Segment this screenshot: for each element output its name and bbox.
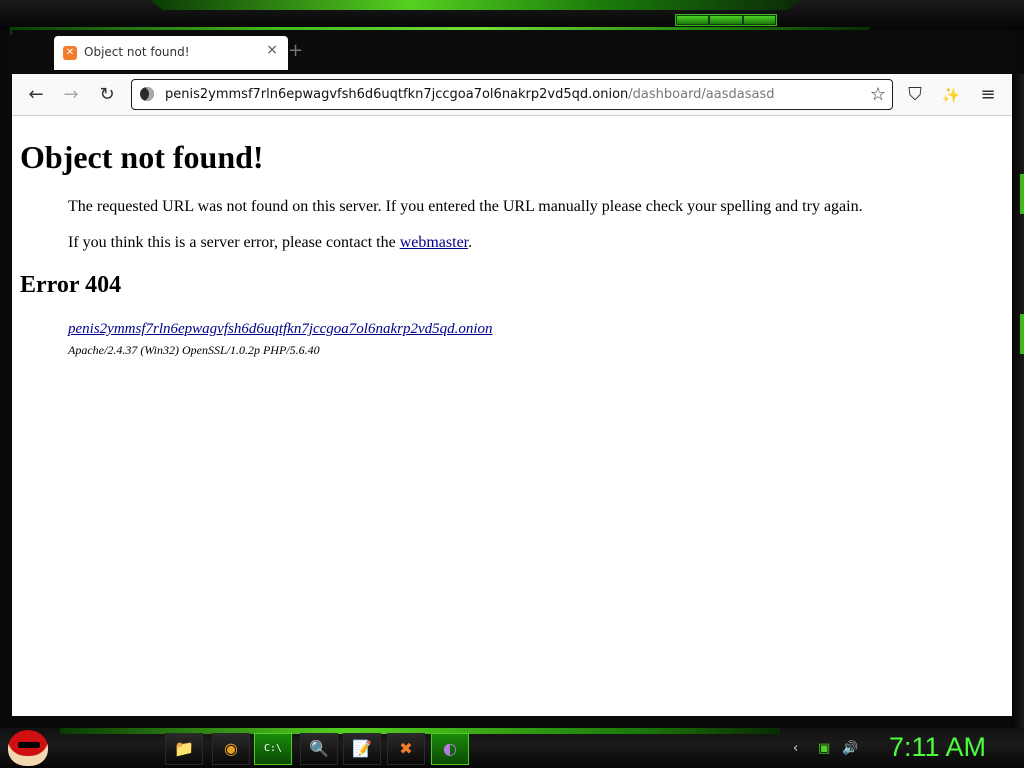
command-prompt-icon[interactable]: C:\ [254, 733, 292, 765]
tab-bar: ✕ Object not found! × + [12, 30, 1012, 74]
tab-close-icon[interactable]: × [266, 42, 278, 58]
contact-message: If you think this is a server error, ple… [68, 234, 472, 252]
new-tab-button[interactable]: + [288, 40, 303, 61]
background-window-controls[interactable] [675, 14, 777, 26]
clock[interactable]: 7:11 AM [889, 732, 986, 763]
webmaster-link[interactable]: webmaster [400, 234, 468, 251]
navigation-toolbar: ← → ↻ penis2ymmsf7rln6epwagvfsh6d6uqtfkn… [12, 74, 1012, 116]
menu-icon[interactable]: ≡ [977, 84, 999, 106]
bookmark-star-icon[interactable]: ☆ [870, 84, 886, 105]
tab-title: Object not found! [84, 45, 190, 59]
tray-chevron-icon[interactable]: ‹ [793, 741, 798, 756]
onion-site-icon[interactable] [140, 87, 154, 101]
xampp-icon[interactable]: ✖ [387, 733, 425, 765]
back-button[interactable]: ← [25, 84, 47, 106]
address-bar[interactable]: penis2ymmsf7rln6epwagvfsh6d6uqtfkn7jccgo… [131, 79, 893, 110]
notepad-icon[interactable]: 📝 [343, 733, 381, 765]
shield-icon[interactable]: ⛉ [904, 84, 926, 106]
window-side-frame [1012, 74, 1024, 728]
server-signature: Apache/2.4.37 (Win32) OpenSSL/1.0.2p PHP… [68, 343, 320, 357]
frame-glow [1020, 314, 1024, 354]
frame-glow [150, 0, 800, 10]
tab-object-not-found[interactable]: ✕ Object not found! × [54, 36, 288, 70]
page-content: Object not found! The requested URL was … [12, 116, 1012, 716]
xampp-favicon-icon: ✕ [63, 46, 77, 60]
page-title: Object not found! [20, 139, 264, 175]
url-text[interactable]: penis2ymmsf7rln6epwagvfsh6d6uqtfkn7jccgo… [165, 87, 775, 102]
contact-message-prefix: If you think this is a server error, ple… [68, 234, 400, 251]
url-path: /dashboard/aasdasasd [628, 87, 775, 102]
network-monitor-icon[interactable]: ▣ [818, 741, 830, 756]
error-code-heading: Error 404 [20, 272, 122, 298]
frame-glow [1020, 174, 1024, 214]
forward-button[interactable]: → [60, 84, 82, 106]
file-explorer-icon[interactable]: 📁 [165, 733, 203, 765]
reload-button[interactable]: ↻ [96, 84, 118, 106]
contact-message-suffix: . [468, 234, 473, 251]
chrome-icon[interactable]: ◉ [212, 733, 250, 765]
tor-browser-icon[interactable]: ◐ [431, 733, 469, 765]
volume-icon[interactable]: 🔊 [842, 741, 858, 756]
extensions-icon[interactable]: ✨ [940, 84, 962, 106]
server-address-link[interactable]: penis2ymmsf7rln6epwagvfsh6d6uqtfkn7jccgo… [68, 321, 493, 338]
start-button-angry-bird-icon[interactable] [8, 730, 48, 766]
search-tool-icon[interactable]: 🔍 [300, 733, 338, 765]
error-message: The requested URL was not found on this … [68, 198, 863, 215]
url-host: penis2ymmsf7rln6epwagvfsh6d6uqtfkn7jccgo… [165, 87, 629, 102]
taskbar: 📁 ◉ C:\ 🔍 📝 ✖ ◐ ‹ ▣ 🔊 7:11 AM [0, 728, 1024, 768]
desktop-top-frame [0, 0, 1024, 35]
